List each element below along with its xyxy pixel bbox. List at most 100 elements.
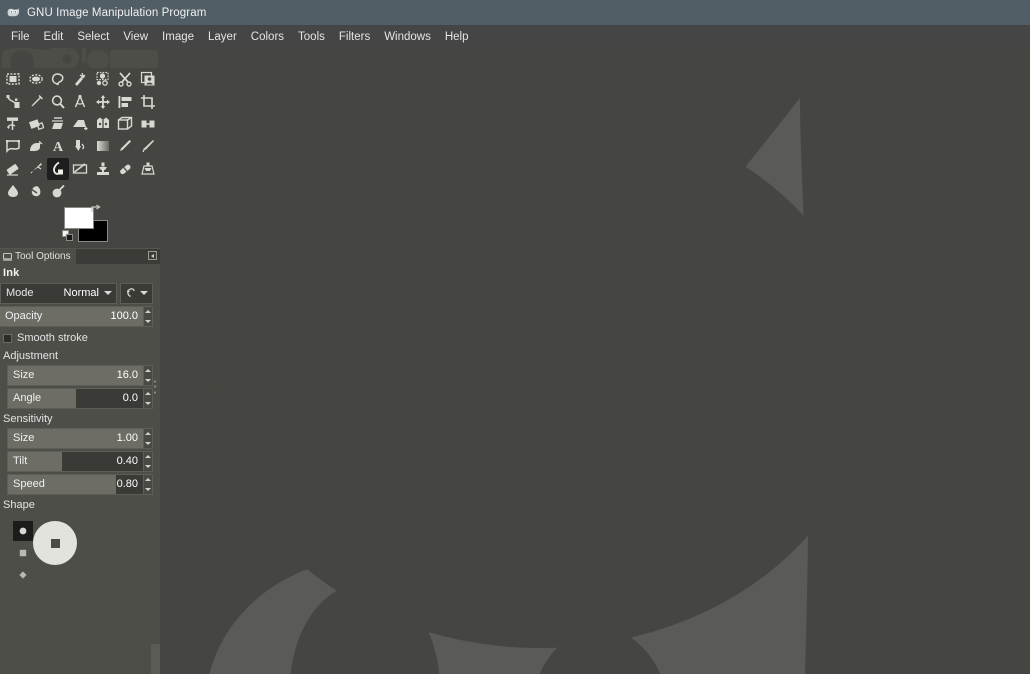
ink-shape-preview-core bbox=[51, 539, 60, 548]
perspective-clone-tool[interactable] bbox=[136, 158, 158, 180]
shape-circle[interactable] bbox=[13, 521, 33, 541]
smudge-tool[interactable] bbox=[24, 180, 46, 202]
eraser-tool[interactable] bbox=[2, 158, 24, 180]
opacity-value: 100.0 bbox=[110, 310, 138, 322]
scale-tool[interactable] bbox=[24, 113, 46, 135]
adjustment-grip-handle[interactable] bbox=[154, 380, 157, 393]
blur-sharpen-tool[interactable] bbox=[2, 180, 24, 202]
adjustment-size-row: Size 16.0 bbox=[7, 364, 153, 386]
shape-option-list bbox=[13, 521, 35, 587]
paint-dynamics-button[interactable] bbox=[120, 283, 153, 304]
ink-tool[interactable] bbox=[47, 158, 69, 180]
move-tool[interactable] bbox=[92, 90, 114, 112]
adjustment-angle-label: Angle bbox=[13, 392, 41, 404]
menu-image[interactable]: Image bbox=[155, 28, 201, 46]
toolbox-row-3 bbox=[2, 113, 158, 135]
shape-diamond[interactable] bbox=[13, 565, 33, 585]
gradient-tool[interactable] bbox=[92, 135, 114, 157]
color-picker-tool[interactable] bbox=[24, 90, 46, 112]
adjustment-size-spinner[interactable] bbox=[144, 365, 153, 386]
warp-transform-tool[interactable] bbox=[2, 135, 24, 157]
cage-transform-tool[interactable] bbox=[24, 135, 46, 157]
tab-tool-options[interactable]: Tool Options bbox=[0, 249, 76, 264]
adjustment-angle-value: 0.0 bbox=[123, 392, 138, 404]
alignment-tool[interactable] bbox=[114, 90, 136, 112]
opacity-spinner[interactable] bbox=[144, 306, 153, 327]
fuzzy-select-tool[interactable] bbox=[69, 68, 91, 90]
ink-shape-preview[interactable] bbox=[33, 521, 77, 565]
mypaint-brush-tool[interactable] bbox=[69, 158, 91, 180]
adjustment-angle-spinner[interactable] bbox=[144, 388, 153, 409]
menu-windows[interactable]: Windows bbox=[377, 28, 438, 46]
menu-view[interactable]: View bbox=[116, 28, 155, 46]
sensitivity-speed-value: 0.80 bbox=[117, 478, 138, 490]
reset-colors-icon[interactable] bbox=[62, 230, 74, 242]
menu-colors[interactable]: Colors bbox=[244, 28, 291, 46]
menu-edit[interactable]: Edit bbox=[37, 28, 71, 46]
sensitivity-tilt-value: 0.40 bbox=[117, 455, 138, 467]
text-tool[interactable]: A bbox=[47, 135, 69, 157]
adjustment-size-label: Size bbox=[13, 369, 34, 381]
select-by-color-tool[interactable] bbox=[92, 68, 114, 90]
crop-tool[interactable] bbox=[136, 90, 158, 112]
shape-square[interactable] bbox=[13, 543, 33, 563]
chevron-down-icon bbox=[140, 291, 148, 295]
shear-tool[interactable] bbox=[47, 113, 69, 135]
menu-select[interactable]: Select bbox=[70, 28, 116, 46]
adjustment-angle-row: Angle 0.0 bbox=[7, 387, 153, 409]
menu-tools[interactable]: Tools bbox=[291, 28, 332, 46]
opacity-row: Opacity 100.0 bbox=[0, 305, 153, 327]
tool-options-tab-label: Tool Options bbox=[15, 251, 71, 262]
svg-text:A: A bbox=[53, 140, 64, 154]
menu-file[interactable]: File bbox=[4, 28, 37, 46]
sensitivity-speed-slider[interactable]: Speed 0.80 bbox=[7, 474, 144, 495]
sensitivity-tilt-spinner[interactable] bbox=[144, 451, 153, 472]
bucket-fill-tool[interactable] bbox=[69, 135, 91, 157]
toolbox: A bbox=[0, 68, 160, 202]
airbrush-tool[interactable] bbox=[24, 158, 46, 180]
ellipse-select-tool[interactable] bbox=[24, 68, 46, 90]
left-dock: A bbox=[0, 48, 160, 674]
paths-tool[interactable] bbox=[2, 90, 24, 112]
dodge-burn-tool[interactable] bbox=[47, 180, 69, 202]
unified-transform-tool[interactable] bbox=[92, 113, 114, 135]
rectangle-select-tool[interactable] bbox=[2, 68, 24, 90]
window-title: GNU Image Manipulation Program bbox=[27, 7, 206, 19]
swap-colors-icon[interactable] bbox=[90, 204, 101, 215]
wilber-drop-area[interactable] bbox=[0, 48, 160, 68]
heal-tool[interactable] bbox=[114, 158, 136, 180]
handle-transform-tool[interactable] bbox=[136, 113, 158, 135]
foreground-select-tool[interactable] bbox=[136, 68, 158, 90]
image-canvas-area[interactable] bbox=[160, 48, 1030, 674]
measure-tool[interactable] bbox=[69, 90, 91, 112]
wilber-icon bbox=[6, 6, 21, 19]
scissors-select-tool[interactable] bbox=[114, 68, 136, 90]
3d-transform-tool[interactable] bbox=[114, 113, 136, 135]
sensitivity-size-slider[interactable]: Size 1.00 bbox=[7, 428, 144, 449]
adjustment-size-slider[interactable]: Size 16.0 bbox=[7, 365, 144, 386]
menu-filters[interactable]: Filters bbox=[332, 28, 377, 46]
menu-layer[interactable]: Layer bbox=[201, 28, 244, 46]
paint-mode-dropdown[interactable]: Mode Normal bbox=[0, 283, 117, 304]
perspective-tool[interactable] bbox=[69, 113, 91, 135]
sensitivity-speed-spinner[interactable] bbox=[144, 474, 153, 495]
paint-mode-label: Mode bbox=[6, 287, 34, 299]
zoom-tool[interactable] bbox=[47, 90, 69, 112]
smooth-stroke-checkbox[interactable] bbox=[3, 334, 12, 343]
sensitivity-size-spinner[interactable] bbox=[144, 428, 153, 449]
tool-options-scroll-nub[interactable] bbox=[151, 644, 160, 674]
shape-section-label: Shape bbox=[0, 496, 153, 513]
paintbrush-tool[interactable] bbox=[136, 135, 158, 157]
rotate-tool[interactable] bbox=[2, 113, 24, 135]
sensitivity-tilt-slider[interactable]: Tilt 0.40 bbox=[7, 451, 144, 472]
opacity-slider[interactable]: Opacity 100.0 bbox=[0, 306, 144, 327]
smooth-stroke-row[interactable]: Smooth stroke bbox=[0, 329, 153, 347]
clone-tool[interactable] bbox=[92, 158, 114, 180]
menu-bar: File Edit Select View Image Layer Colors… bbox=[0, 25, 1030, 48]
paint-mode-row: Mode Normal bbox=[0, 282, 153, 304]
pencil-tool[interactable] bbox=[114, 135, 136, 157]
adjustment-angle-slider[interactable]: Angle 0.0 bbox=[7, 388, 144, 409]
dock-menu-icon[interactable] bbox=[148, 251, 157, 260]
menu-help[interactable]: Help bbox=[438, 28, 476, 46]
free-select-tool[interactable] bbox=[47, 68, 69, 90]
